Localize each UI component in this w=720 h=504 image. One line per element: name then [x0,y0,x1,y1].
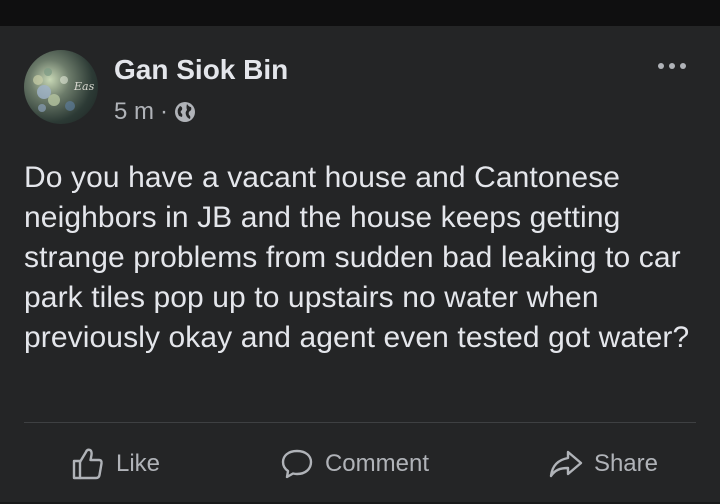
comment-bubble-icon [281,449,313,479]
author-name[interactable]: Gan Siok Bin [114,54,288,86]
feed-divider [0,0,720,26]
share-button[interactable]: Share [548,434,658,494]
comment-label: Comment [324,450,429,477]
globe-icon[interactable] [174,101,196,123]
post-actions: Like Comment Share [24,424,696,504]
like-button[interactable]: Like [70,434,160,494]
actions-divider [24,422,696,423]
meta-separator: · [160,98,169,125]
share-arrow-icon [549,450,583,478]
post-timestamp[interactable]: 5 m [114,98,154,126]
comment-button[interactable]: Comment [279,434,429,494]
more-options-icon[interactable] [654,54,690,78]
thumbs-up-icon [72,448,103,480]
svg-text:Eas: Eas [73,80,95,93]
avatar[interactable]: Eas [24,50,98,124]
avatar-image: Eas [33,68,95,112]
post-text: Do you have a vacant house and Cantonese… [24,161,690,354]
like-label: Like [116,450,161,477]
share-label: Share [593,450,658,477]
post-meta: 5 m · [114,98,196,126]
post-card: Eas Gan Siok Bin 5 m · Do you have a vac… [0,26,720,502]
